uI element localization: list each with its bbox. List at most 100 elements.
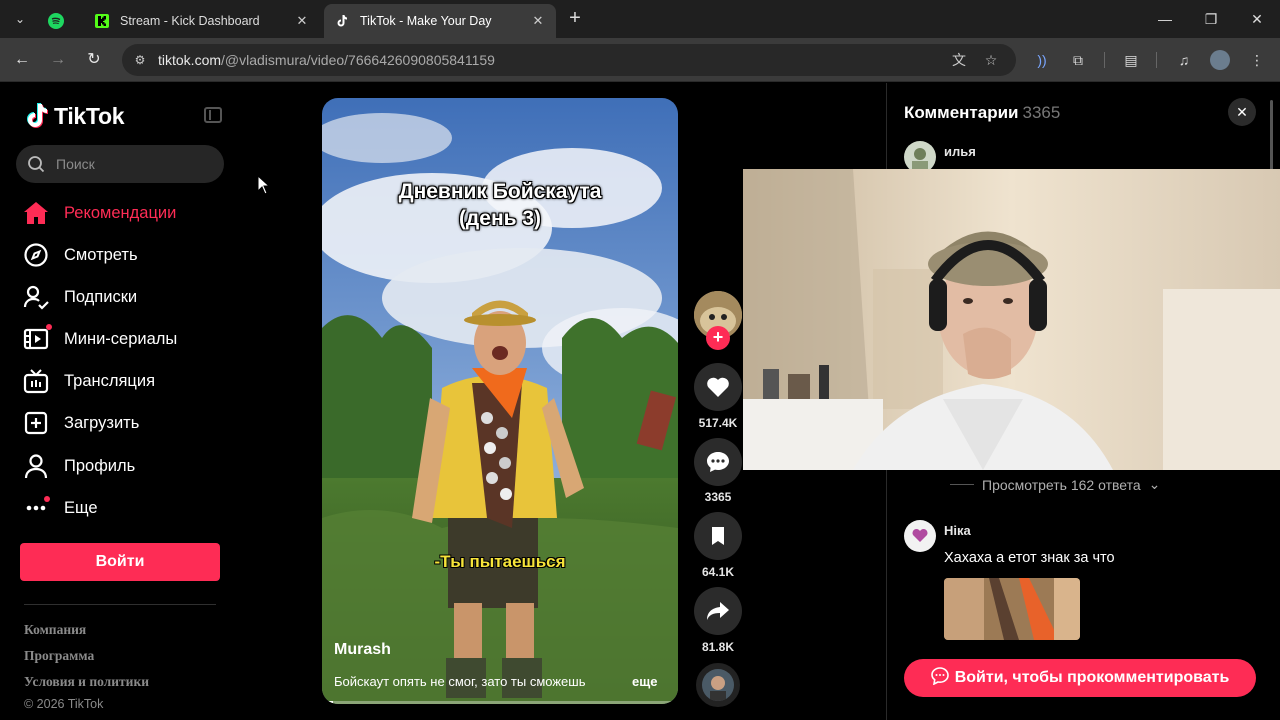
forward-icon[interactable]: → <box>46 48 70 72</box>
copyright: © 2026 TikTok <box>24 697 104 711</box>
footer-link-company[interactable]: Компания <box>24 622 86 638</box>
tab-title: Stream - Kick Dashboard <box>120 14 260 28</box>
nav-label: Профиль <box>64 456 136 475</box>
collapse-sidebar-icon[interactable] <box>204 107 222 123</box>
extensions-icon[interactable]: ⧉ <box>1068 50 1088 70</box>
close-comments-icon[interactable]: ✕ <box>1228 98 1256 126</box>
save-button[interactable] <box>694 512 742 560</box>
comment-image[interactable] <box>944 578 1080 640</box>
toolbar-divider <box>1156 52 1157 68</box>
nav-item-more[interactable]: Еще <box>22 492 222 524</box>
heart-icon <box>707 377 729 397</box>
live-tv-icon <box>22 367 50 395</box>
notification-dot <box>46 324 52 330</box>
share-arrow-icon <box>707 602 729 620</box>
upload-icon <box>22 409 50 437</box>
nav-item-upload[interactable]: Загрузить <box>22 407 222 439</box>
nav-item-explore[interactable]: Смотреть <box>22 239 222 271</box>
home-icon <box>22 199 50 227</box>
tab-spotify[interactable] <box>44 4 78 38</box>
nav-label: Трансляция <box>64 371 156 390</box>
chevron-down-icon: ⌄ <box>1148 476 1161 492</box>
share-count: 81.8K <box>701 640 735 654</box>
tiktok-icon <box>334 13 350 29</box>
nav-item-live[interactable]: Трансляция <box>22 365 222 397</box>
comment-author[interactable]: илья <box>944 144 976 159</box>
comments-header-label: Комментарии <box>904 103 1019 122</box>
video-progress-fill <box>322 701 333 704</box>
window-close-icon[interactable]: ✕ <box>1234 0 1280 38</box>
tiktok-logo-icon <box>27 103 48 128</box>
tab-kick-dashboard[interactable]: Stream - Kick Dashboard ✕ <box>84 4 320 38</box>
site-info-icon[interactable]: ⚙ <box>132 52 148 68</box>
tab-close-icon[interactable]: ✕ <box>294 13 310 29</box>
follow-plus-icon[interactable]: + <box>706 326 730 350</box>
nav-label: Подписки <box>64 287 138 306</box>
media-control-icon[interactable]: ♫ <box>1174 50 1194 70</box>
nav-label: Смотреть <box>64 245 138 264</box>
video-description: Бойскаут опять не смог, зато ты сможешь <box>334 674 586 689</box>
logo-text: TikTok <box>54 102 125 129</box>
view-replies-label: Просмотреть 162 ответа <box>982 476 1141 493</box>
sidebar-divider <box>24 604 216 605</box>
bookmark-star-icon[interactable]: ☆ <box>982 51 1000 69</box>
tiktok-logo[interactable]: TikTok <box>24 102 125 130</box>
reload-icon[interactable]: ↻ <box>82 48 106 72</box>
view-replies-button[interactable]: Просмотреть 162 ответа ⌄ <box>950 476 1160 493</box>
film-icon <box>22 324 52 353</box>
login-button[interactable]: Войти <box>20 543 220 581</box>
video-subtitle: -Ты пытаешься <box>434 552 566 571</box>
footer-link-program[interactable]: Программа <box>24 648 94 664</box>
video-author[interactable]: Murash <box>334 641 391 659</box>
video-progress-bar[interactable] <box>322 701 678 704</box>
nav-item-profile[interactable]: Профиль <box>22 450 222 482</box>
minimize-icon[interactable]: — <box>1142 0 1188 38</box>
spotify-icon <box>48 13 64 29</box>
webcam-overlay <box>743 169 1280 470</box>
comment-author[interactable]: Ніка <box>944 523 971 538</box>
search-box[interactable] <box>16 145 224 183</box>
music-disc-icon[interactable] <box>696 663 740 707</box>
share-button[interactable] <box>694 587 742 635</box>
replies-divider <box>950 484 974 485</box>
avatar[interactable] <box>904 520 936 552</box>
address-bar[interactable]: ⚙ tiktok.com/@vladismura/video/766642609… <box>122 44 1016 76</box>
url-text[interactable]: tiktok.com/@vladismura/video/76664260908… <box>158 52 495 68</box>
back-icon[interactable]: ← <box>10 48 34 72</box>
search-input[interactable] <box>56 154 216 174</box>
following-icon <box>22 283 50 311</box>
comment-button[interactable] <box>694 438 742 486</box>
comment-bubble-icon <box>707 452 729 472</box>
new-tab-button[interactable]: + <box>564 8 586 30</box>
like-count: 517.4K <box>698 416 738 430</box>
translate-icon[interactable]: 文 <box>950 51 968 69</box>
like-button[interactable] <box>694 363 742 411</box>
browser-menu-icon[interactable]: ⋮ <box>1247 50 1267 70</box>
media-cast-icon[interactable]: )) <box>1032 50 1052 70</box>
description-more-link[interactable]: еще <box>632 674 657 689</box>
nav-item-mini-series[interactable]: Мини-сериалы <box>22 323 222 355</box>
login-to-comment-button[interactable]: Войти, чтобы прокомментировать <box>904 659 1256 697</box>
video-player[interactable]: Дневник Бойскаута (день 3) -Ты пытаешься… <box>322 98 678 704</box>
restore-icon[interactable]: ❐ <box>1188 0 1234 38</box>
nav-item-following[interactable]: Подписки <box>22 281 222 313</box>
tab-search-chevron-icon[interactable]: ⌄ <box>8 8 32 30</box>
footer-link-terms[interactable]: Условия и политики <box>24 674 149 690</box>
bookmark-icon <box>712 527 724 545</box>
reading-list-icon[interactable]: ▤ <box>1121 50 1141 70</box>
nav-label: Мини-сериалы <box>64 329 178 348</box>
tab-tiktok[interactable]: TikTok - Make Your Day ✕ <box>324 4 556 38</box>
comment-text: Хахаха а етот знак за что <box>944 550 1115 566</box>
nav-item-recommended[interactable]: Рекомендации <box>22 197 222 229</box>
video-title-line: (день 3) <box>458 207 542 230</box>
browser-tabbar: ⌄ Stream - Kick Dashboard ✕ TikTok - Mak… <box>0 0 1280 38</box>
more-icon <box>22 494 50 522</box>
notification-dot <box>44 496 50 502</box>
profile-avatar-icon[interactable] <box>1210 50 1230 70</box>
video-overlay-title: Дневник Бойскаута (день 3) <box>322 178 678 232</box>
comments-header: Комментарии 3365 <box>904 103 1060 123</box>
comments-count: 3365 <box>1022 103 1061 122</box>
tab-close-icon[interactable]: ✕ <box>530 13 546 29</box>
save-count: 64.1K <box>701 565 735 579</box>
compass-icon <box>22 241 50 269</box>
